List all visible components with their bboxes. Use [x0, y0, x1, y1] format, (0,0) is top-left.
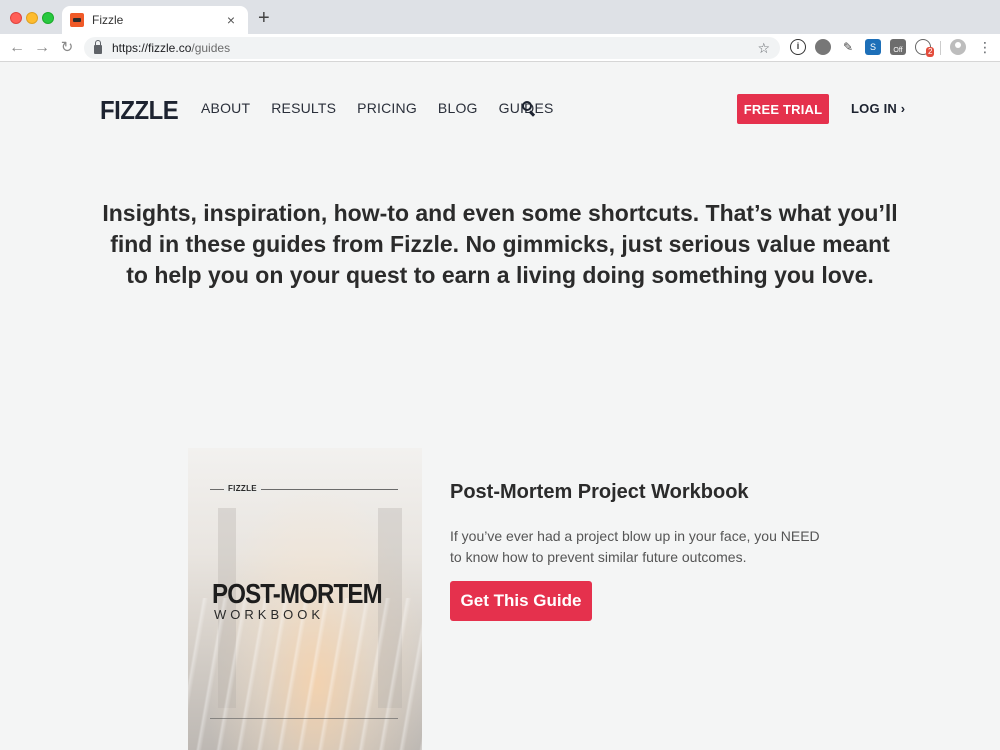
profile-avatar-icon[interactable]	[950, 39, 966, 55]
browser-menu-icon[interactable]: ⋮	[978, 39, 992, 55]
bookmark-star-icon[interactable]: ☆	[757, 40, 770, 57]
browser-tab[interactable]: Fizzle ×	[62, 6, 248, 34]
lock-icon[interactable]	[94, 40, 102, 54]
login-link[interactable]: LOG IN ›	[851, 101, 905, 116]
back-button[interactable]: ←	[8, 38, 26, 58]
minimize-window-button[interactable]	[26, 12, 38, 24]
guide-description: If you’ve ever had a project blow up in …	[450, 528, 820, 565]
nav-pricing[interactable]: PRICING	[357, 100, 417, 116]
guide-cover-image[interactable]: FIZZLE POST-MORTEM WORKBOOK	[188, 448, 422, 750]
address-bar[interactable]: https://fizzle.co/guides ☆	[84, 37, 780, 59]
browser-toolbar: ← → ↻ https://fizzle.co/guides ☆ i ✎ S O…	[0, 34, 1000, 62]
cover-footer-rule	[210, 718, 398, 719]
nav-results[interactable]: RESULTS	[271, 100, 336, 116]
close-window-button[interactable]	[10, 12, 22, 24]
feather-extension-icon[interactable]: ✎	[840, 39, 856, 55]
tab-close-icon[interactable]: ×	[224, 12, 238, 28]
get-guide-button[interactable]: Get This Guide	[450, 581, 592, 621]
toolbar-divider	[940, 41, 941, 55]
s-extension-icon[interactable]: S	[865, 39, 881, 55]
tab-title: Fizzle	[92, 13, 124, 27]
password-manager-extension-icon[interactable]: i	[790, 39, 806, 55]
main-nav: ABOUT RESULTS PRICING BLOG GUIDES	[201, 100, 554, 116]
new-tab-button[interactable]: +	[258, 8, 270, 28]
search-icon[interactable]	[522, 101, 536, 115]
cover-title: POST-MORTEM	[212, 578, 383, 609]
extension-count-badge: 2	[926, 47, 935, 57]
maximize-window-button[interactable]	[42, 12, 54, 24]
hero-intro-text: Insights, inspiration, how-to and even s…	[102, 200, 898, 288]
nav-blog[interactable]: BLOG	[438, 100, 478, 116]
browser-titlebar: Fizzle × +	[0, 0, 1000, 34]
fizzle-favicon-icon	[70, 13, 84, 27]
fizzle-logo[interactable]: FIZZLE	[100, 95, 179, 126]
forward-button[interactable]: →	[33, 38, 51, 58]
reload-button[interactable]: ↻	[58, 38, 76, 58]
extension-icon[interactable]	[815, 39, 831, 55]
nav-about[interactable]: ABOUT	[201, 100, 250, 116]
url-text: https://fizzle.co/guides	[112, 41, 231, 55]
cover-brand: FIZZLE	[224, 484, 261, 493]
off-extension-icon[interactable]: Off	[890, 39, 906, 55]
cover-subtitle: WORKBOOK	[214, 607, 325, 622]
free-trial-button[interactable]: FREE TRIAL	[737, 94, 829, 124]
guide-title[interactable]: Post-Mortem Project Workbook	[450, 481, 749, 504]
